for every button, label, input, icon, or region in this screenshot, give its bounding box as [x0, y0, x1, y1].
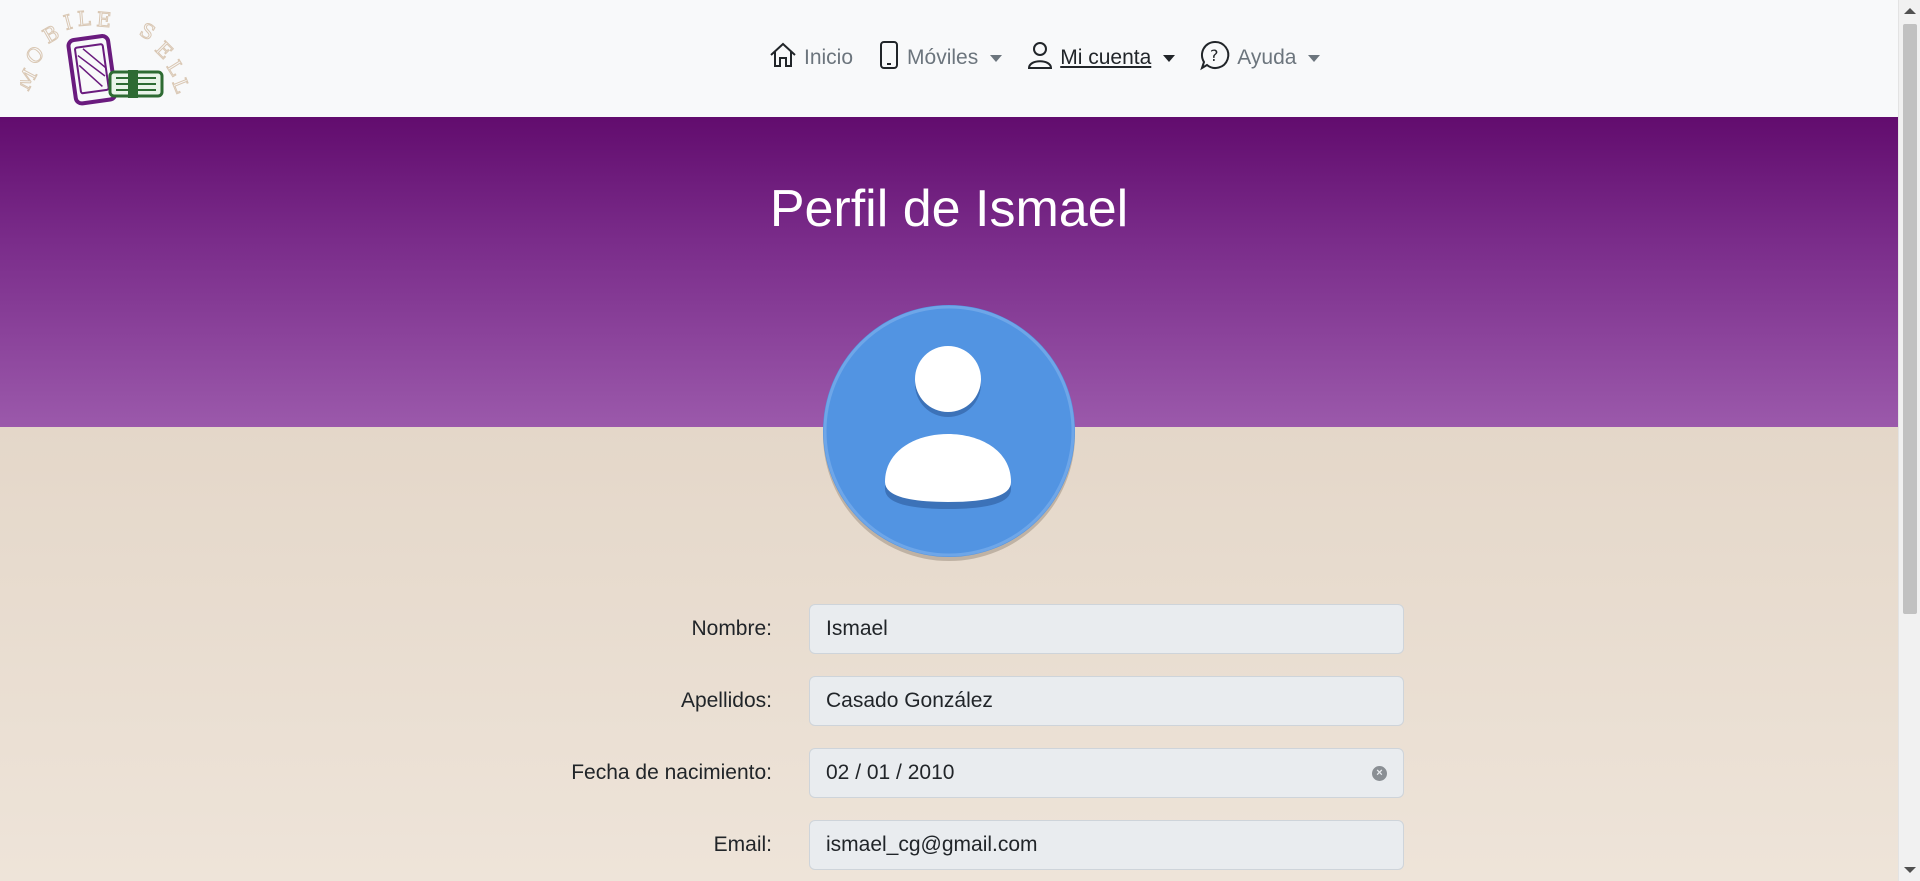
form-row-apellidos: Apellidos: Casado González — [0, 676, 1898, 726]
svg-text:?: ? — [1210, 46, 1219, 65]
nav-item-mi-cuenta[interactable]: Mi cuenta — [1026, 40, 1176, 76]
nombre-value: Ismael — [826, 617, 888, 640]
fecha-nacimiento-field[interactable]: 02 / 01 / 2010 × — [809, 748, 1404, 798]
chevron-down-icon — [1163, 54, 1176, 62]
svg-text:E: E — [150, 37, 177, 64]
phone-icon — [877, 40, 907, 76]
svg-text:M: M — [20, 65, 42, 94]
avatar — [822, 304, 1076, 562]
nombre-label: Nombre: — [691, 617, 772, 640]
help-icon: ? — [1199, 39, 1237, 77]
form-row-email: Email: ismael_cg@gmail.com — [0, 820, 1898, 870]
scroll-down-icon[interactable] — [1904, 867, 1916, 873]
user-icon — [1026, 40, 1060, 76]
email-field[interactable]: ismael_cg@gmail.com — [809, 820, 1404, 870]
nav-item-moviles[interactable]: Móviles — [877, 40, 1003, 76]
svg-text:E: E — [96, 8, 113, 32]
chevron-down-icon — [990, 54, 1003, 62]
chevron-down-icon — [1308, 54, 1321, 62]
svg-text:O: O — [21, 41, 50, 70]
nav-label-mi-cuenta: Mi cuenta — [1060, 46, 1152, 69]
svg-text:B: B — [39, 20, 64, 48]
apellidos-field[interactable]: Casado González — [809, 676, 1404, 726]
fecha-label: Fecha de nacimiento: — [571, 761, 772, 784]
form-row-fecha: Fecha de nacimiento: 02 / 01 / 2010 × — [0, 748, 1898, 798]
svg-text:L: L — [76, 8, 91, 31]
home-icon — [768, 40, 804, 76]
nav-label-ayuda: Ayuda — [1237, 46, 1297, 69]
main-nav: Inicio Móviles Mi cuenta ? Ayuda — [768, 40, 1344, 76]
navbar: M O B I L E S E L L Inicio Móviles Mi cu… — [0, 0, 1898, 117]
nav-label-moviles: Móviles — [907, 46, 979, 69]
nav-item-inicio[interactable]: Inicio — [768, 40, 853, 76]
svg-text:S: S — [136, 18, 160, 46]
vertical-scrollbar[interactable] — [1898, 0, 1920, 881]
nombre-field[interactable]: Ismael — [809, 604, 1404, 654]
email-label: Email: — [713, 833, 772, 856]
svg-text:I: I — [61, 10, 75, 35]
apellidos-label: Apellidos: — [680, 689, 772, 712]
scroll-thumb[interactable] — [1903, 24, 1917, 614]
apellidos-value: Casado González — [826, 689, 993, 712]
email-value: ismael_cg@gmail.com — [826, 833, 1038, 856]
mobile-sell-logo[interactable]: M O B I L E S E L L — [11, 5, 200, 106]
scroll-up-icon[interactable] — [1904, 8, 1916, 14]
form-row-nombre: Nombre: Ismael — [0, 604, 1898, 654]
page-title: Perfil de Ismael — [769, 180, 1129, 238]
clear-date-icon[interactable]: × — [1372, 766, 1387, 781]
nav-item-ayuda[interactable]: ? Ayuda — [1199, 39, 1321, 77]
nav-label-inicio: Inicio — [804, 46, 854, 69]
fecha-value: 02 / 01 / 2010 — [826, 761, 955, 784]
